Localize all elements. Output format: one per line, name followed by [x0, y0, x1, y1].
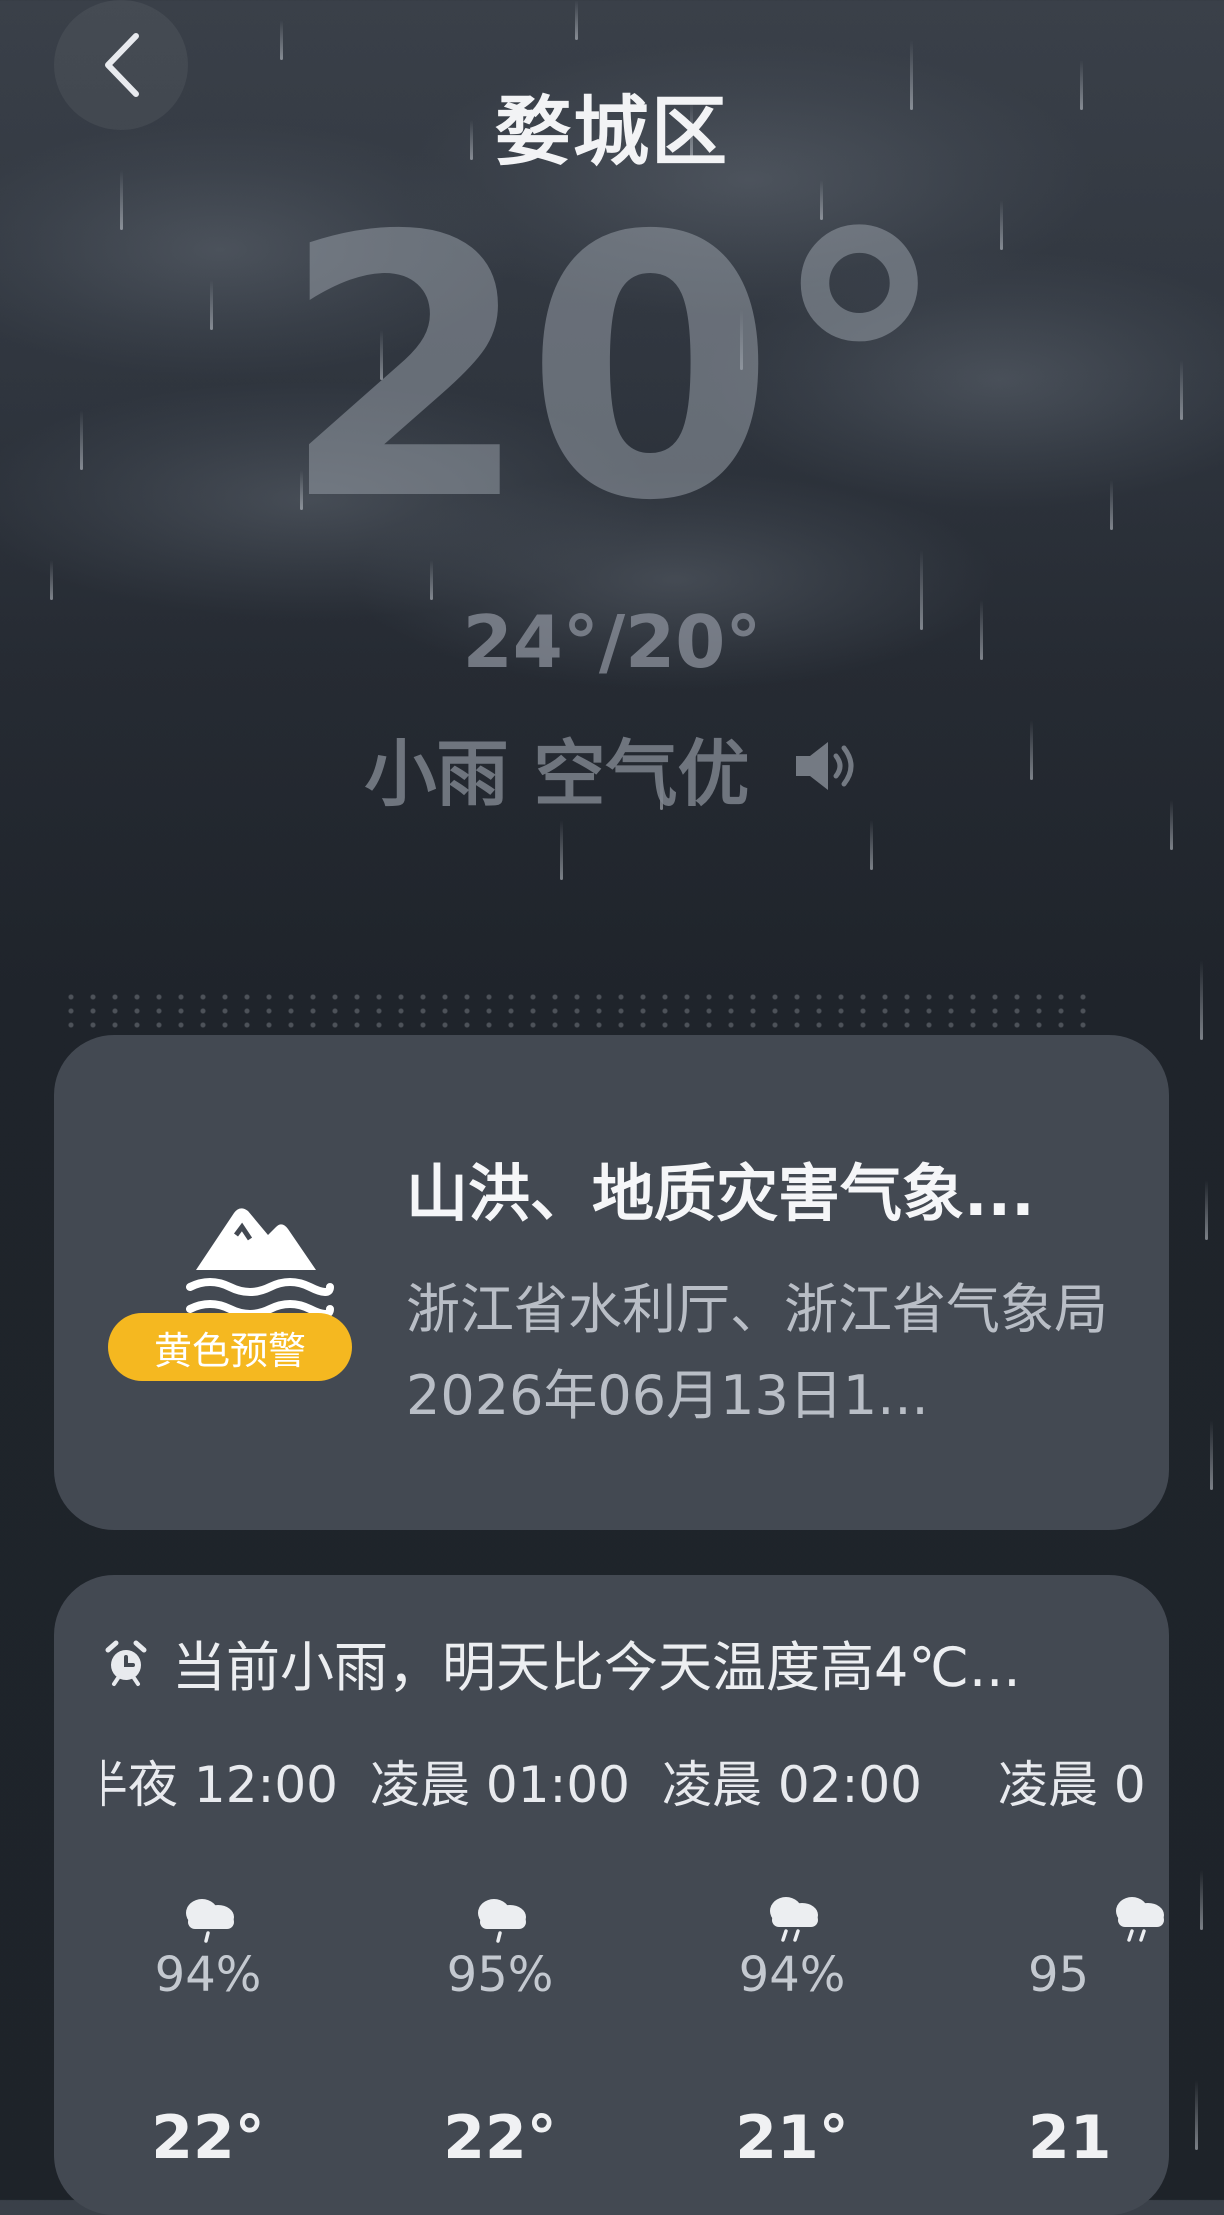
hour-temperature: 21 — [1028, 2103, 1112, 2173]
light-rain-icon — [186, 1899, 234, 1943]
raindrop — [280, 20, 283, 60]
hour-time: 凌晨 01:00 — [370, 1756, 630, 1814]
raindrop — [870, 820, 873, 870]
raindrop — [1210, 1420, 1213, 1490]
alert-description: 浙江省水利厅、浙江省气象局2026年06月13日1... — [406, 1278, 1108, 1427]
hour-humidity: 94% — [738, 1947, 846, 2003]
hour-item: 凌晨 02:00 94% 21° — [646, 1745, 938, 2173]
rain-icon — [1116, 1897, 1164, 1942]
condition-row: 小雨 空气优 — [0, 715, 1224, 820]
forecast-summary-row[interactable]: 当前小雨，明天比今天温度高4℃... — [102, 1623, 1112, 1702]
weather-condition: 小雨 空气优 — [364, 732, 750, 816]
hour-humidity: 95 — [1028, 1947, 1090, 2003]
raindrop — [1200, 960, 1203, 1040]
hour-item: 凌晨 01:00 95% 22° — [354, 1745, 646, 2173]
alert-title: 山洪、地质灾害气象... — [406, 1157, 1035, 1230]
rain-splash — [60, 990, 1100, 1030]
raindrop — [560, 820, 563, 880]
mountain-flood-icon — [186, 1208, 334, 1318]
hour-humidity: 95% — [446, 1947, 554, 2003]
speaker-icon[interactable] — [790, 736, 860, 800]
raindrop — [1205, 1180, 1208, 1240]
rain-icon — [770, 1897, 818, 1942]
hour-temperature: 22° — [151, 2103, 265, 2173]
hour-item: 凌晨 0 95 21 — [938, 1745, 1177, 2173]
forecast-summary: 当前小雨，明天比今天温度高4℃... — [172, 1636, 1021, 1699]
current-temperature: 20° — [280, 160, 950, 579]
alarm-clock-icon — [105, 1640, 147, 1686]
weather-alert-card[interactable]: 黄色预警 山洪、地质灾害气象... 浙江省水利厅、浙江省气象局2026年06月1… — [54, 1035, 1169, 1530]
hour-temperature: 22° — [443, 2103, 557, 2173]
hour-temperature: 21° — [735, 2103, 849, 2173]
raindrop — [1195, 2080, 1198, 2150]
raindrop — [575, 0, 578, 40]
light-rain-icon — [478, 1899, 526, 1943]
hour-humidity: 94% — [154, 1947, 262, 2003]
alert-level-badge: 黄色预警 — [108, 1313, 352, 1381]
hour-time: 凌晨 02:00 — [662, 1756, 922, 1814]
hourly-forecast-card: 当前小雨，明天比今天温度高4℃... 半夜 12:00 94% 22° 凌晨 0… — [54, 1575, 1169, 2215]
raindrop — [50, 560, 53, 600]
raindrop — [1200, 1870, 1203, 1930]
hour-time: 凌晨 0 — [998, 1756, 1146, 1814]
temperature-range: 24°/20° — [462, 600, 762, 684]
hourly-list[interactable]: 半夜 12:00 94% 22° 凌晨 01:00 95% 22° 凌晨 02:… — [102, 1745, 1177, 2215]
hour-item: 半夜 12:00 94% 22° — [102, 1745, 354, 2173]
hour-time: 半夜 12:00 — [102, 1756, 338, 1814]
